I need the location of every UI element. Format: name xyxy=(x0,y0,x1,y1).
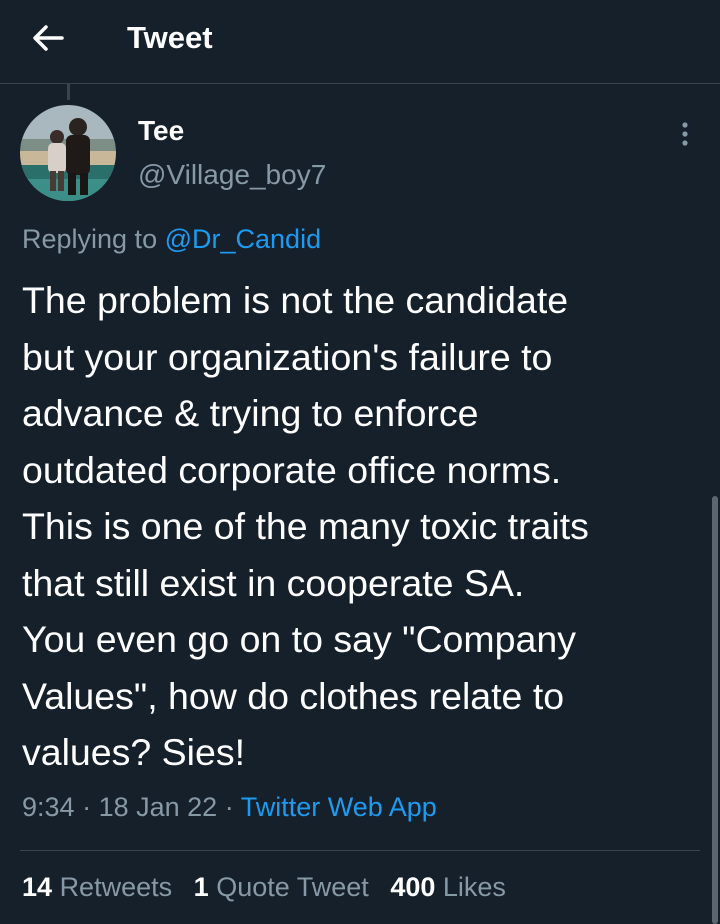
avatar-photo xyxy=(20,105,116,201)
tweet-text: The problem is not the candidate but you… xyxy=(22,279,589,773)
replying-to: Replying to @Dr_Candid xyxy=(22,222,321,256)
meta-separator: · xyxy=(82,792,92,822)
page-title: Tweet xyxy=(127,20,213,55)
engagement-stats: 14 Retweets 1 Quote Tweet 400 Likes xyxy=(22,870,520,904)
divider xyxy=(20,850,700,851)
quote-tweets-label: Quote Tweet xyxy=(216,872,369,902)
replying-to-handle-link[interactable]: @Dr_Candid xyxy=(165,224,321,254)
tweet-source-link[interactable]: Twitter Web App xyxy=(241,792,437,822)
author-name[interactable]: Tee xyxy=(138,114,184,148)
more-vertical-icon xyxy=(682,122,688,146)
tweet-meta: 9:34 · 18 Jan 22 · Twitter Web App xyxy=(22,790,437,824)
tweet-date[interactable]: 18 Jan 22 xyxy=(99,792,218,822)
replying-prefix: Replying to xyxy=(22,224,158,254)
tweet-time[interactable]: 9:34 xyxy=(22,792,75,822)
arrow-left-icon xyxy=(33,25,64,51)
top-bar: Tweet xyxy=(0,0,720,84)
more-options-button[interactable] xyxy=(666,112,704,156)
likes-label: Likes xyxy=(442,872,506,902)
avatar[interactable] xyxy=(20,105,116,201)
author-handle[interactable]: @Village_boy7 xyxy=(138,158,326,192)
meta-separator: · xyxy=(224,792,234,822)
quote-tweets-stat[interactable]: 1 Quote Tweet xyxy=(194,872,369,902)
retweets-count: 14 xyxy=(22,872,53,902)
scrollbar-thumb[interactable] xyxy=(712,496,718,924)
retweets-stat[interactable]: 14 Retweets xyxy=(22,872,172,902)
likes-stat[interactable]: 400 Likes xyxy=(390,872,506,902)
retweets-label: Retweets xyxy=(59,872,173,902)
likes-count: 400 xyxy=(390,872,436,902)
quote-tweets-count: 1 xyxy=(193,872,209,902)
back-button[interactable] xyxy=(22,18,74,58)
thread-connector-line xyxy=(67,84,70,100)
tweet-page: Tweet Tee @Village_boy7 Replying to @Dr_… xyxy=(0,0,720,924)
